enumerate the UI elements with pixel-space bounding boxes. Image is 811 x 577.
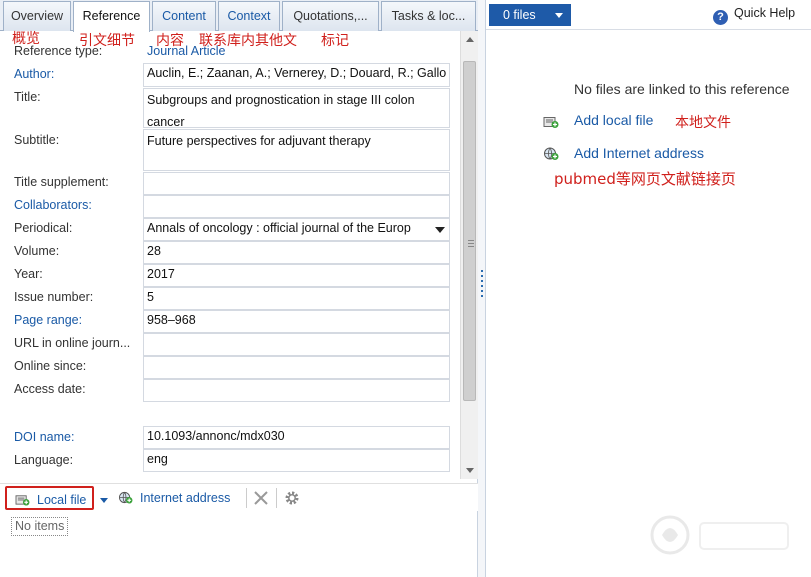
tab-bar: Overview Reference Content Context Quota… (0, 0, 478, 32)
subtitle-field[interactable]: Future perspectives for adjuvant therapy (143, 129, 450, 171)
page-range-field[interactable]: 958–968 (143, 310, 450, 333)
annotation-internet: pubmed等网页文献链接页 (554, 170, 736, 188)
url-field[interactable] (143, 333, 450, 356)
internet-address-label: Internet address (140, 491, 231, 505)
volume-label: Volume: (14, 244, 60, 258)
page-range-label[interactable]: Page range: (14, 313, 82, 327)
scroll-down-icon[interactable] (466, 468, 474, 473)
form-scrollbar[interactable] (460, 31, 478, 479)
files-pane: 0 files ? Quick Help No files are linked … (486, 0, 811, 577)
access-date-field[interactable] (143, 379, 450, 402)
add-local-file-link[interactable]: Add local file (574, 112, 653, 128)
issue-number-label: Issue number: (14, 290, 94, 304)
files-dropdown-button[interactable]: 0 files (489, 4, 571, 26)
toolbar-divider (276, 488, 277, 508)
online-since-label: Online since: (14, 359, 87, 373)
globe-add-icon (119, 491, 133, 504)
periodical-dropdown-icon[interactable] (435, 227, 445, 233)
no-files-message: No files are linked to this reference (574, 81, 790, 97)
scrollbar-thumb[interactable] (463, 61, 476, 401)
access-date-label: Access date: (14, 382, 86, 396)
internet-address-button[interactable]: Internet address (116, 486, 230, 510)
volume-field[interactable]: 28 (143, 241, 450, 264)
issue-number-field[interactable]: 5 (143, 287, 450, 310)
quick-help-button[interactable]: ? Quick Help (713, 6, 795, 25)
delete-icon[interactable] (253, 490, 269, 506)
title-supplement-label: Title supplement: (14, 175, 109, 189)
year-field[interactable]: 2017 (143, 264, 450, 287)
reference-editor-pane: Overview Reference Content Context Quota… (0, 0, 478, 577)
files-dropdown-icon (555, 13, 563, 18)
quick-help-label: Quick Help (734, 6, 796, 20)
files-count-label: 0 files (503, 8, 536, 22)
reference-type-value[interactable]: Journal Article (147, 44, 226, 58)
reference-type-label: Reference type: (14, 44, 103, 58)
title-field[interactable]: Subgroups and prognostication in stage I… (143, 88, 450, 128)
year-label: Year: (14, 267, 43, 281)
title-supplement-field[interactable] (143, 172, 450, 195)
reference-form: Reference type: Journal Article Author: … (0, 31, 460, 479)
pane-splitter[interactable] (478, 0, 486, 577)
tab-reference[interactable]: Reference (73, 1, 150, 32)
url-label: URL in online journ... (14, 336, 131, 350)
attachments-toolbar: Local file Internet address (0, 483, 478, 511)
language-field[interactable]: eng (143, 449, 450, 472)
tab-context[interactable]: Context (218, 1, 280, 31)
files-toolbar: 0 files ? Quick Help (486, 0, 811, 30)
attachments-empty-state: No items (11, 517, 69, 536)
gear-icon[interactable] (284, 490, 300, 506)
local-file-icon (543, 117, 559, 128)
toolbar-divider (246, 488, 247, 508)
local-file-label: Local file (37, 493, 87, 507)
local-file-dropdown-icon[interactable] (100, 498, 108, 503)
periodical-label: Periodical: (14, 221, 73, 235)
tab-tasks-locations[interactable]: Tasks & loc... (381, 1, 476, 31)
local-file-icon (15, 495, 30, 506)
language-label: Language: (14, 453, 74, 467)
scroll-up-icon[interactable] (466, 37, 474, 42)
tab-quotations[interactable]: Quotations,... (282, 1, 379, 31)
collaborators-label[interactable]: Collaborators: (14, 198, 92, 212)
tab-content[interactable]: Content (152, 1, 216, 31)
periodical-field[interactable]: Annals of oncology : official journal of… (143, 218, 450, 241)
help-icon: ? (713, 10, 728, 25)
collaborators-field[interactable] (143, 195, 450, 218)
subtitle-label: Subtitle: (14, 133, 60, 147)
globe-add-icon (544, 147, 559, 160)
local-file-button[interactable]: Local file (5, 486, 94, 510)
title-label: Title: (14, 90, 41, 104)
tab-overview[interactable]: Overview (3, 1, 71, 31)
doi-field[interactable]: 10.1093/annonc/mdx030 (143, 426, 450, 449)
watermark-logo (650, 515, 789, 555)
add-internet-address-link[interactable]: Add Internet address (574, 145, 704, 161)
doi-label[interactable]: DOI name: (14, 430, 74, 444)
author-field[interactable]: Auclin, E.; Zaanan, A.; Vernerey, D.; Do… (143, 63, 450, 87)
periodical-value: Annals of oncology : official journal of… (147, 221, 411, 235)
author-label[interactable]: Author: (14, 67, 54, 81)
online-since-field[interactable] (143, 356, 450, 379)
annotation-local-file: 本地文件 (675, 115, 731, 131)
